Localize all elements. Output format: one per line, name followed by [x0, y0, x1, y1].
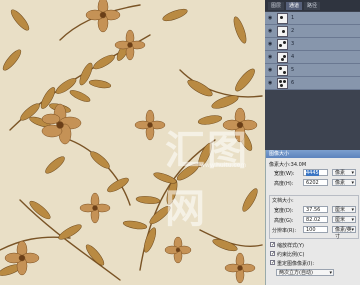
resolution-label: 分辨率(R):	[272, 228, 297, 234]
layer-row[interactable]: ◉ 1	[265, 12, 360, 25]
doc-width-unit-select[interactable]: 厘米	[332, 206, 356, 214]
eye-icon[interactable]: ◉	[268, 41, 274, 47]
layer-row[interactable]: ◉ 2	[265, 25, 360, 38]
constrain-checkbox[interactable]: ✓	[270, 251, 275, 257]
pixel-size-label: 像素大小:34.0M	[269, 162, 307, 168]
height-unit-select[interactable]: 像素	[332, 179, 356, 187]
doc-width-input[interactable]: 37.56	[303, 206, 328, 213]
scale-styles-label: 缩放样式(Y)	[277, 243, 304, 249]
layers-tab-bar: 图层 通道 路径	[265, 0, 360, 11]
height-input[interactable]: 6202	[303, 179, 328, 186]
tab-channels[interactable]: 通道	[286, 1, 303, 10]
resample-label: 重定图像像素(I):	[277, 261, 315, 267]
layer-thumbnail	[277, 12, 288, 24]
layer-row[interactable]: ◉ 5	[265, 64, 360, 77]
eye-icon[interactable]: ◉	[268, 67, 274, 73]
doc-height-input[interactable]: 82.02	[303, 216, 328, 223]
tab-layers[interactable]: 图层	[268, 1, 285, 10]
layer-name: 5	[291, 67, 295, 73]
layer-thumbnail	[277, 38, 288, 50]
resolution-unit-select[interactable]: 像素/英寸	[332, 226, 356, 240]
eye-icon[interactable]: ◉	[268, 80, 274, 86]
layer-row[interactable]: ◉ 4	[265, 51, 360, 64]
doc-width-label: 宽度(D):	[274, 208, 294, 214]
layer-name: 3	[291, 41, 295, 47]
doc-height-label: 高度(G):	[274, 218, 294, 224]
image-size-dialog: 图像大小 像素大小:34.0M 宽度(W): 4445 像素 高度(H): 62…	[265, 150, 360, 285]
constrain-label: 约束比例(C)	[277, 252, 305, 258]
layer-name: 4	[291, 54, 295, 60]
height-label: 高度(H):	[274, 181, 294, 187]
layer-name: 6	[291, 80, 295, 86]
eye-icon[interactable]: ◉	[268, 54, 274, 60]
eye-icon[interactable]: ◉	[268, 15, 274, 21]
tab-paths[interactable]: 路径	[304, 1, 321, 10]
layer-row[interactable]: ◉ 6	[265, 77, 360, 90]
width-unit-select[interactable]: 像素	[332, 169, 356, 177]
layer-name: 2	[291, 28, 295, 34]
watermark-text: 汇图网	[165, 128, 249, 232]
scale-styles-checkbox[interactable]: ✓	[270, 242, 275, 248]
layer-thumbnail	[277, 77, 288, 89]
resample-checkbox[interactable]: ✓	[270, 260, 275, 266]
pattern-canvas[interactable]: 汇图网 www.huitu.com	[0, 0, 265, 285]
layers-panel: 图层 通道 路径 ◉ 1 ◉ 2 ◉ 3 ◉ 4 ◉ 5 ◉ 6	[265, 0, 360, 150]
width-label: 宽度(W):	[274, 171, 295, 177]
doc-height-unit-select[interactable]: 厘米	[332, 216, 356, 224]
layer-row[interactable]: ◉ 3	[265, 38, 360, 51]
document-size-label: 文档大小:	[272, 198, 294, 204]
resample-method-select[interactable]: 两次立方(自动)	[276, 269, 334, 277]
eye-icon[interactable]: ◉	[268, 28, 274, 34]
watermark-url: www.huitu.com	[200, 162, 247, 169]
layer-thumbnail	[277, 64, 288, 76]
layer-name: 1	[291, 15, 295, 21]
width-input[interactable]: 4445	[303, 169, 328, 176]
resolution-input[interactable]: 100	[303, 226, 328, 233]
layer-thumbnail	[277, 25, 288, 37]
layer-thumbnail	[277, 51, 288, 63]
dialog-title: 图像大小	[266, 150, 360, 158]
